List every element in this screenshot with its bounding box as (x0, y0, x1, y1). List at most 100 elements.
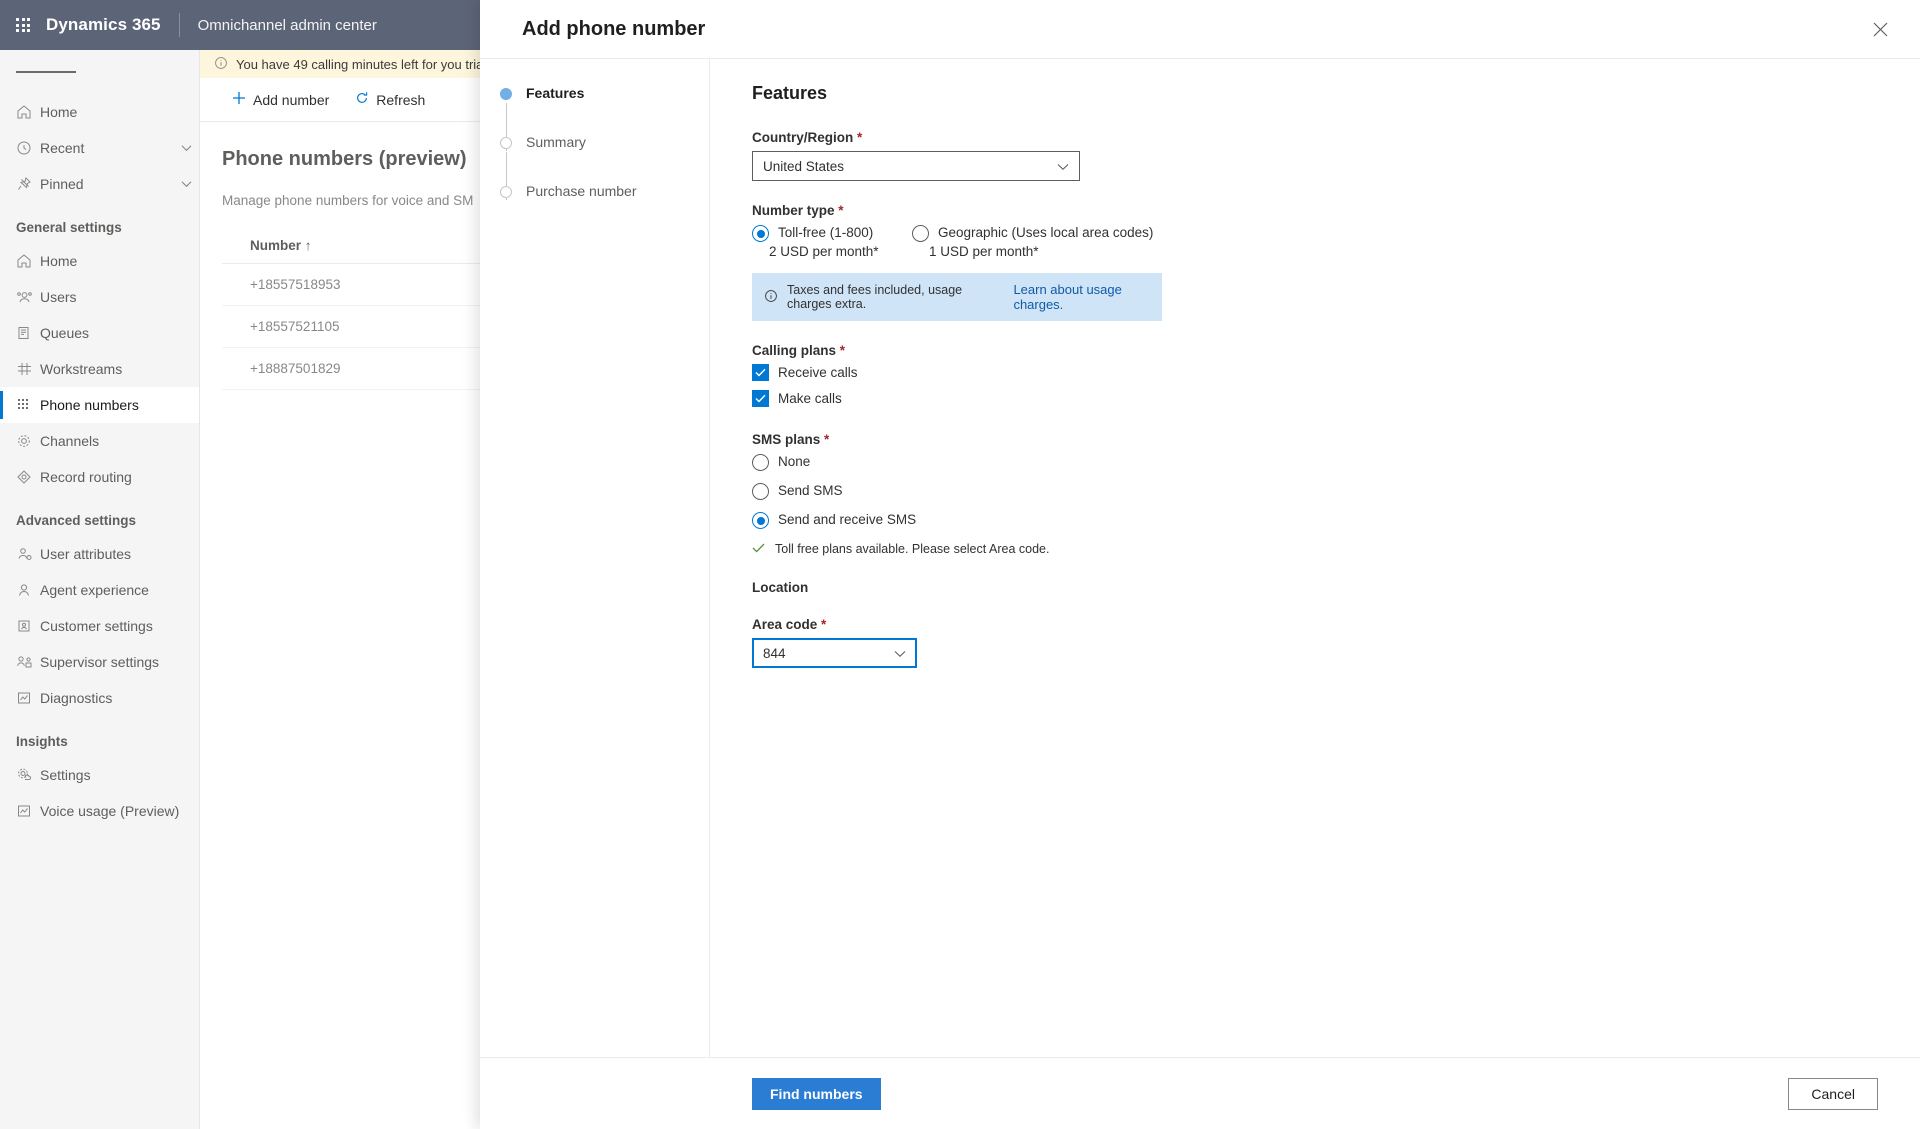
sidebar-item-home[interactable]: Home (0, 243, 199, 279)
sidebar-label: Queues (40, 325, 90, 341)
sidebar-item-phone-numbers[interactable]: Phone numbers (0, 387, 199, 423)
radio-label: Send and receive SMS (778, 512, 917, 527)
dialpad-icon (16, 395, 40, 415)
step-indicator-icon (500, 137, 512, 149)
chevron-down-icon (894, 646, 906, 661)
sidebar-item-users[interactable]: Users (0, 279, 199, 315)
country-region-select[interactable]: United States (752, 151, 1080, 181)
customer-card-icon (16, 616, 40, 636)
radio-toll-free[interactable]: Toll-free (1-800) 2 USD per month* (752, 224, 912, 259)
sidebar-item-agent-experience[interactable]: Agent experience (0, 572, 199, 608)
sidebar-item-channels[interactable]: Channels (0, 423, 199, 459)
checkbox-label: Make calls (778, 391, 842, 406)
app-launcher-button[interactable] (0, 18, 46, 32)
radio-price-sub: 2 USD per month* (769, 244, 879, 259)
required-asterisk: * (839, 343, 846, 358)
sidebar-item-customer-settings[interactable]: Customer settings (0, 608, 199, 644)
area-code-label: Area code * (752, 617, 1920, 632)
checkbox-make-calls[interactable]: Make calls (752, 390, 1920, 407)
sidebar-item-diagnostics[interactable]: Diagnostics (0, 680, 199, 716)
dialog-header: Add phone number (480, 0, 1920, 58)
wizard-step-summary[interactable]: Summary (480, 134, 709, 183)
sidebar-item-record-routing[interactable]: Record routing (0, 459, 199, 495)
record-routing-icon (16, 467, 40, 487)
sidebar-item-queues[interactable]: Queues (0, 315, 199, 351)
required-asterisk: * (824, 432, 830, 447)
menu-toggle-button[interactable] (0, 50, 199, 94)
radio-sms-none[interactable]: None (752, 453, 1920, 471)
find-numbers-button[interactable]: Find numbers (752, 1077, 881, 1110)
hamburger-icon-bar (36, 71, 56, 73)
chart-icon (16, 801, 40, 821)
sidebar-label: Recent (40, 140, 85, 156)
required-asterisk: * (838, 203, 844, 218)
sidebar-item-workstreams[interactable]: Workstreams (0, 351, 199, 387)
sidebar-item-insights-settings[interactable]: Settings (0, 757, 199, 793)
label-text: Number type (752, 203, 835, 218)
radio-label: Send SMS (778, 483, 843, 498)
step-indicator-icon (500, 88, 512, 100)
left-navigation: Home Recent Pinned General settings Home… (0, 50, 200, 1129)
sidebar-item-supervisor-settings[interactable]: Supervisor settings (0, 644, 199, 680)
radio-indicator-icon (752, 454, 769, 471)
sidebar-label: Diagnostics (40, 690, 113, 706)
radio-sms-send[interactable]: Send SMS (752, 482, 1920, 500)
sidebar-label: Record routing (40, 469, 132, 485)
app-name-label: Omnichannel admin center (197, 16, 377, 34)
radio-label: Geographic (Uses local area codes) (938, 225, 1154, 240)
plus-icon (232, 91, 246, 108)
radio-label: Toll-free (1-800) (778, 225, 874, 240)
label-text: Area code (752, 617, 818, 632)
sidebar-item-user-attributes[interactable]: User attributes (0, 536, 199, 572)
radio-content: Toll-free (1-800) 2 USD per month* (769, 224, 879, 259)
sidebar-item-pinned[interactable]: Pinned (0, 166, 199, 202)
sidebar-group-title: General settings (16, 220, 122, 235)
cancel-button[interactable]: Cancel (1788, 1077, 1878, 1110)
sms-plans-radio-group: None Send SMS Send and receive SMS (752, 453, 1920, 529)
hamburger-icon-bar (16, 71, 36, 73)
checkmark-icon (752, 390, 769, 407)
refresh-icon (355, 91, 369, 108)
clock-icon (16, 138, 40, 158)
sidebar-label: Phone numbers (40, 397, 139, 413)
hamburger-icon-bar (56, 71, 76, 73)
sidebar-item-recent[interactable]: Recent (0, 130, 199, 166)
calling-plans-label: Calling plans * (752, 343, 1920, 358)
sidebar-item-voice-usage[interactable]: Voice usage (Preview) (0, 793, 199, 829)
sidebar-label: Supervisor settings (40, 654, 160, 670)
checkmark-icon (752, 364, 769, 381)
refresh-button[interactable]: Refresh (345, 85, 435, 114)
checkbox-receive-calls[interactable]: Receive calls (752, 364, 1920, 381)
form-heading: Features (752, 83, 828, 103)
learn-about-usage-charges-link[interactable]: Learn about usage charges. (1013, 282, 1150, 312)
location-section-heading: Location (752, 580, 809, 595)
chevron-down-icon[interactable] (173, 144, 199, 152)
sidebar-label: Agent experience (40, 582, 149, 598)
wizard-step-features[interactable]: Features (480, 85, 709, 134)
label-text: Calling plans (752, 343, 837, 358)
number-type-radio-group: Toll-free (1-800) 2 USD per month* Geogr… (752, 224, 1920, 259)
radio-indicator-icon (912, 225, 929, 242)
dialog-footer: Find numbers Cancel (480, 1057, 1920, 1129)
add-number-button[interactable]: Add number (222, 85, 339, 114)
home-icon (16, 251, 40, 271)
home-icon (16, 102, 40, 122)
checkbox-label: Receive calls (778, 365, 858, 380)
wizard-step-purchase-number[interactable]: Purchase number (480, 183, 709, 232)
add-phone-number-dialog: Add phone number Features Summary Purcha… (480, 0, 1920, 1129)
sidebar-item-home-top[interactable]: Home (0, 94, 199, 130)
area-code-value: 844 (763, 645, 786, 661)
info-icon (214, 56, 228, 73)
radio-sms-send-and-receive[interactable]: Send and receive SMS (752, 511, 1920, 529)
column-header-number[interactable]: Number ↑ (222, 230, 482, 264)
usage-charges-info-bar: Taxes and fees included, usage charges e… (752, 273, 1162, 321)
validation-text: Toll free plans available. Please select… (775, 542, 1050, 556)
chart-icon (16, 688, 40, 708)
close-icon[interactable] (1864, 13, 1896, 45)
notification-text: You have 49 calling minutes left for you… (236, 56, 501, 72)
column-label: Number (250, 238, 302, 253)
chevron-down-icon[interactable] (173, 180, 199, 188)
country-region-label: Country/Region * (752, 130, 1920, 145)
area-code-select[interactable]: 844 (752, 638, 917, 668)
radio-geographic[interactable]: Geographic (Uses local area codes) 1 USD… (912, 224, 1153, 259)
